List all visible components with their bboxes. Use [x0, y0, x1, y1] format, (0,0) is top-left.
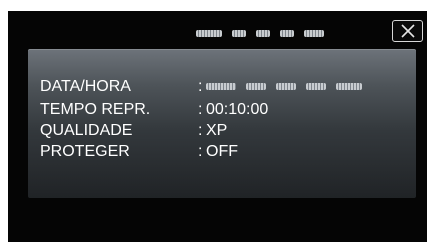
playback-info-screen: DATA/HORA : TEMPO REPR. : 00:10:00 QUALI…	[8, 11, 427, 242]
info-value: 00:10:00	[206, 101, 269, 118]
info-value: OFF	[206, 143, 238, 160]
info-row-protect: PROTEGER : OFF	[40, 142, 238, 161]
close-button[interactable]	[392, 20, 423, 42]
info-colon: :	[198, 122, 203, 139]
info-panel: DATA/HORA : TEMPO REPR. : 00:10:00 QUALI…	[28, 49, 416, 198]
info-colon: :	[198, 78, 203, 95]
info-row-date-time: DATA/HORA :	[40, 77, 362, 96]
info-row-playback-time: TEMPO REPR. : 00:10:00	[40, 100, 268, 119]
info-row-quality: QUALIDADE : XP	[40, 121, 227, 140]
info-colon: :	[198, 101, 203, 118]
info-label: DATA/HORA	[40, 78, 131, 95]
close-icon	[400, 24, 415, 38]
info-colon: :	[198, 143, 203, 160]
info-label: PROTEGER	[40, 143, 130, 160]
info-value: XP	[206, 122, 228, 139]
info-label: TEMPO REPR.	[40, 101, 151, 118]
info-value-masked	[206, 77, 362, 96]
header-date-masked	[196, 28, 324, 38]
info-label: QUALIDADE	[40, 122, 133, 139]
